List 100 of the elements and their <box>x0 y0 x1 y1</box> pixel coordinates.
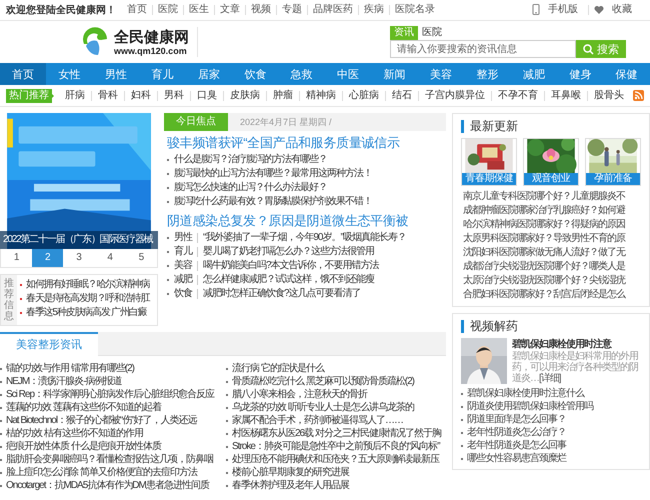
nav-tab[interactable]: 整形 <box>464 63 511 85</box>
recommend-link[interactable]: 春天是痔疮高发期？呼和浩特肛 <box>26 292 150 306</box>
hot-tag-link[interactable]: 不孕不育 <box>491 90 544 100</box>
article-link[interactable]: 村医杨曙东从医26载 对分之三村民健康情况了然于胸 <box>232 427 441 440</box>
carousel-page-tab[interactable]: 5 <box>126 249 158 267</box>
image-caption[interactable]: 孕前准备 <box>586 173 640 185</box>
top-link[interactable]: 医生 <box>183 4 214 14</box>
article-link[interactable]: 太原治疗尖锐湿疣医院哪个好？尖锐湿疣 <box>463 275 625 286</box>
favorite-link[interactable]: 收藏 <box>607 4 637 14</box>
news-link[interactable]: 婴儿喝了奶老打嗝怎么办？这些方法很管用 <box>203 245 374 259</box>
article-link[interactable]: Oncotarget：抗MDA5抗体有作为DM患者急进性间质 <box>6 479 209 492</box>
nav-tab[interactable]: 育儿 <box>139 63 186 85</box>
recommend-link[interactable]: 如何拥有好睡眠？哈尔滨精神病 <box>26 278 150 292</box>
article-link[interactable]: 骨质疏松吃完什么 黑芝麻可以预防骨质疏松(2) <box>232 375 414 388</box>
hot-tag-link[interactable]: 皮肤病 <box>223 90 266 100</box>
top-link[interactable]: 视频 <box>245 4 276 14</box>
article-link[interactable]: 沈阳妇科医院哪家做无痛人流好？做了无 <box>463 247 625 258</box>
carousel-page-tab[interactable]: 3 <box>63 249 95 267</box>
news-link[interactable]: 腹泻最快的止泻方法有哪些？最常用这两种方法！ <box>174 167 372 181</box>
image-caption[interactable]: 青春期保健 <box>462 173 516 185</box>
video-title[interactable]: 碧凯保妇康栓使用时注意 <box>512 338 641 351</box>
video-link[interactable]: 哪些女性容易患宫颈糜烂 <box>467 452 566 465</box>
news-link[interactable]: 腹泻吃什么药最有效？胃肠黏膜保护剂效果不错！ <box>174 195 372 209</box>
video-link[interactable]: 阴道炎使用碧凯保妇康栓管用吗 <box>467 400 593 413</box>
top-link[interactable]: 疾病 <box>358 4 389 14</box>
nav-tab[interactable]: 中医 <box>324 63 372 85</box>
article-link[interactable]: 流行病 它的症状是什么 <box>232 362 324 375</box>
top-link[interactable]: 医院 <box>152 4 183 14</box>
news-link[interactable]: 腹泻怎么快速的止泻？什么办法最好？ <box>174 181 327 195</box>
nav-tab[interactable]: 居家 <box>186 63 232 85</box>
news-link[interactable]: “我外婆抽了一辈子烟，今年90岁。”吸烟真能长寿？ <box>203 231 406 245</box>
nav-tab[interactable]: 保健 <box>603 63 650 85</box>
article-link[interactable]: 合肥妇科医院哪家好？刮宫后闭经是怎么 <box>463 289 625 300</box>
article-link[interactable]: 哈尔滨精神病医院哪家好？得疑病的原因 <box>463 219 625 230</box>
image-caption[interactable]: 观音创业 <box>524 173 578 185</box>
nav-tab[interactable]: 女性 <box>46 63 93 85</box>
news-link[interactable]: 怎么样健康减肥？试试这样，饿不到还能瘦 <box>203 273 374 287</box>
article-link[interactable]: 南京儿童专科医院哪个好？儿童腮腺炎不 <box>463 191 625 202</box>
hot-tag-link[interactable]: 口臭 <box>190 90 223 100</box>
carousel-page-tab[interactable]: 2 <box>32 249 64 267</box>
article-link[interactable]: 疤痕开放性体质 什么是疤痕开放性体质 <box>6 440 161 453</box>
article-link[interactable]: 桔的功效 桔有这些你不知道的作用 <box>6 427 143 440</box>
search-field[interactable]: 请输入你要搜索的资讯信息 <box>390 40 576 58</box>
article-link[interactable]: 脂肪肝会变鼻咽癌吗？看懂检查报告这几项，防鼻咽 <box>6 453 213 466</box>
search-tab[interactable]: 医院 <box>418 26 446 40</box>
news-link[interactable]: 减肥时怎样正确饮食?这几点可要看清了 <box>203 287 361 301</box>
hot-tag-link[interactable]: 肝病 <box>59 90 91 100</box>
article-link[interactable]: 腊八小寒来相会，注意秋天的骨折 <box>232 388 367 401</box>
details-link[interactable]: [详细] <box>539 373 561 384</box>
hot-tag-link[interactable]: 子宫内膜异位 <box>418 90 491 100</box>
hot-tag-link[interactable]: 耳鼻喉 <box>544 90 587 100</box>
hot-tag-link[interactable]: 结石 <box>385 90 418 100</box>
video-link[interactable]: 阴道里面痒是怎么回事？ <box>467 413 566 426</box>
hot-tag-link[interactable]: 心脏病 <box>342 90 385 100</box>
article-link[interactable]: Stroke：肺炎可能是急性卒中之前预后不良的“风向标” <box>232 440 440 453</box>
carousel-page-tab[interactable]: 4 <box>94 249 126 267</box>
top-link[interactable]: 品牌医药 <box>307 4 358 14</box>
news-link[interactable]: 喝牛奶能美白吗?本文告诉你，不要用错方法 <box>203 259 379 273</box>
article-link[interactable]: 成都肿瘤医院哪家治疗乳腺癌好？如何避 <box>463 205 625 216</box>
mobile-link[interactable]: 手机版 <box>543 4 583 14</box>
hot-tag-link[interactable]: 肿瘤 <box>266 90 299 100</box>
video-link[interactable]: 老年性阴道炎是怎么回事 <box>467 439 566 452</box>
article-link[interactable]: 楼前心脏早期康复的研究进展 <box>232 466 349 479</box>
article-link[interactable]: Sci Rep：科学家阐明心脏病发作后心脏组织愈合反应 <box>6 388 214 401</box>
nav-tab[interactable]: 首页 <box>0 63 46 85</box>
carousel-page-tab[interactable]: 1 <box>1 249 32 267</box>
news-link[interactable]: 什么是腹泻？治疗腹泻的方法有哪些？ <box>174 153 327 167</box>
article-link[interactable]: Nat Biotechnol：猴子的心都被“伤”好了，人类还远 <box>6 414 197 427</box>
nav-tab[interactable]: 饮食 <box>232 63 279 85</box>
recommend-link[interactable]: 春季这5种皮肤病高发 广州白癜 <box>26 306 146 320</box>
hot-tag-link[interactable]: 男科 <box>157 90 190 100</box>
top-link[interactable]: 首页 <box>122 4 152 14</box>
nav-tab[interactable]: 男性 <box>92 63 140 85</box>
article-link[interactable]: 莲藕的功效 莲藕有这些你不知道的起着 <box>6 401 161 414</box>
nav-tab[interactable]: 美容 <box>418 63 464 85</box>
nav-tab[interactable]: 新闻 <box>371 63 418 85</box>
article-link[interactable]: 脸上痘印怎么消除 简单又价格便宜的去痘印方法 <box>6 466 197 479</box>
article-link[interactable]: 镭的功效与作用 镭常用有哪些(2) <box>6 362 134 375</box>
hot-tag-link[interactable]: 精神病 <box>299 90 342 100</box>
nav-tab[interactable]: 急救 <box>278 63 325 85</box>
top-link[interactable]: 医院名录 <box>389 4 440 14</box>
hot-tag-link[interactable]: 骨科 <box>91 90 124 100</box>
video-link[interactable]: 碧凯保妇康栓使用时注意什么 <box>467 387 584 400</box>
top-link[interactable]: 专题 <box>276 4 307 14</box>
top-link[interactable]: 文章 <box>214 4 245 14</box>
article-link[interactable]: 乌龙茶的功效 听听专业人士是怎么讲乌龙茶的 <box>232 401 414 414</box>
hot-tag-link[interactable]: 股骨头 <box>587 90 630 100</box>
article-link[interactable]: 家属不配合手术，药剂师被逼得骂人了…… <box>232 414 403 427</box>
hot-tag-link[interactable]: 妇科 <box>124 90 157 100</box>
article-link[interactable]: NEJM：溃疡汗腺炎-病例报道 <box>6 375 122 388</box>
headline-link[interactable]: 阴道感染总复发？原因是阴道微生态平衡被 <box>167 212 446 230</box>
article-link[interactable]: 处理压疮不能用碘伏和压疮夹？五大原则解读最新压 <box>232 453 439 466</box>
nav-tab[interactable]: 减肥 <box>510 63 558 85</box>
nav-tab[interactable]: 健身 <box>557 63 604 85</box>
article-link[interactable]: 成都治疗尖锐湿疣医院哪个好？哪类人是 <box>463 261 625 272</box>
headline-link[interactable]: 骏丰频谱获评“全国产品和服务质量诚信示 <box>167 134 446 152</box>
article-link[interactable]: 太原男科医院哪家好？导致男性不育的原 <box>463 233 625 244</box>
video-link[interactable]: 老年性阴道炎怎么治疗？ <box>467 426 566 439</box>
article-link[interactable]: 春季休养护理及老年人用品展 <box>232 479 349 492</box>
beauty-tab[interactable]: 美容整形资讯 <box>0 332 98 356</box>
